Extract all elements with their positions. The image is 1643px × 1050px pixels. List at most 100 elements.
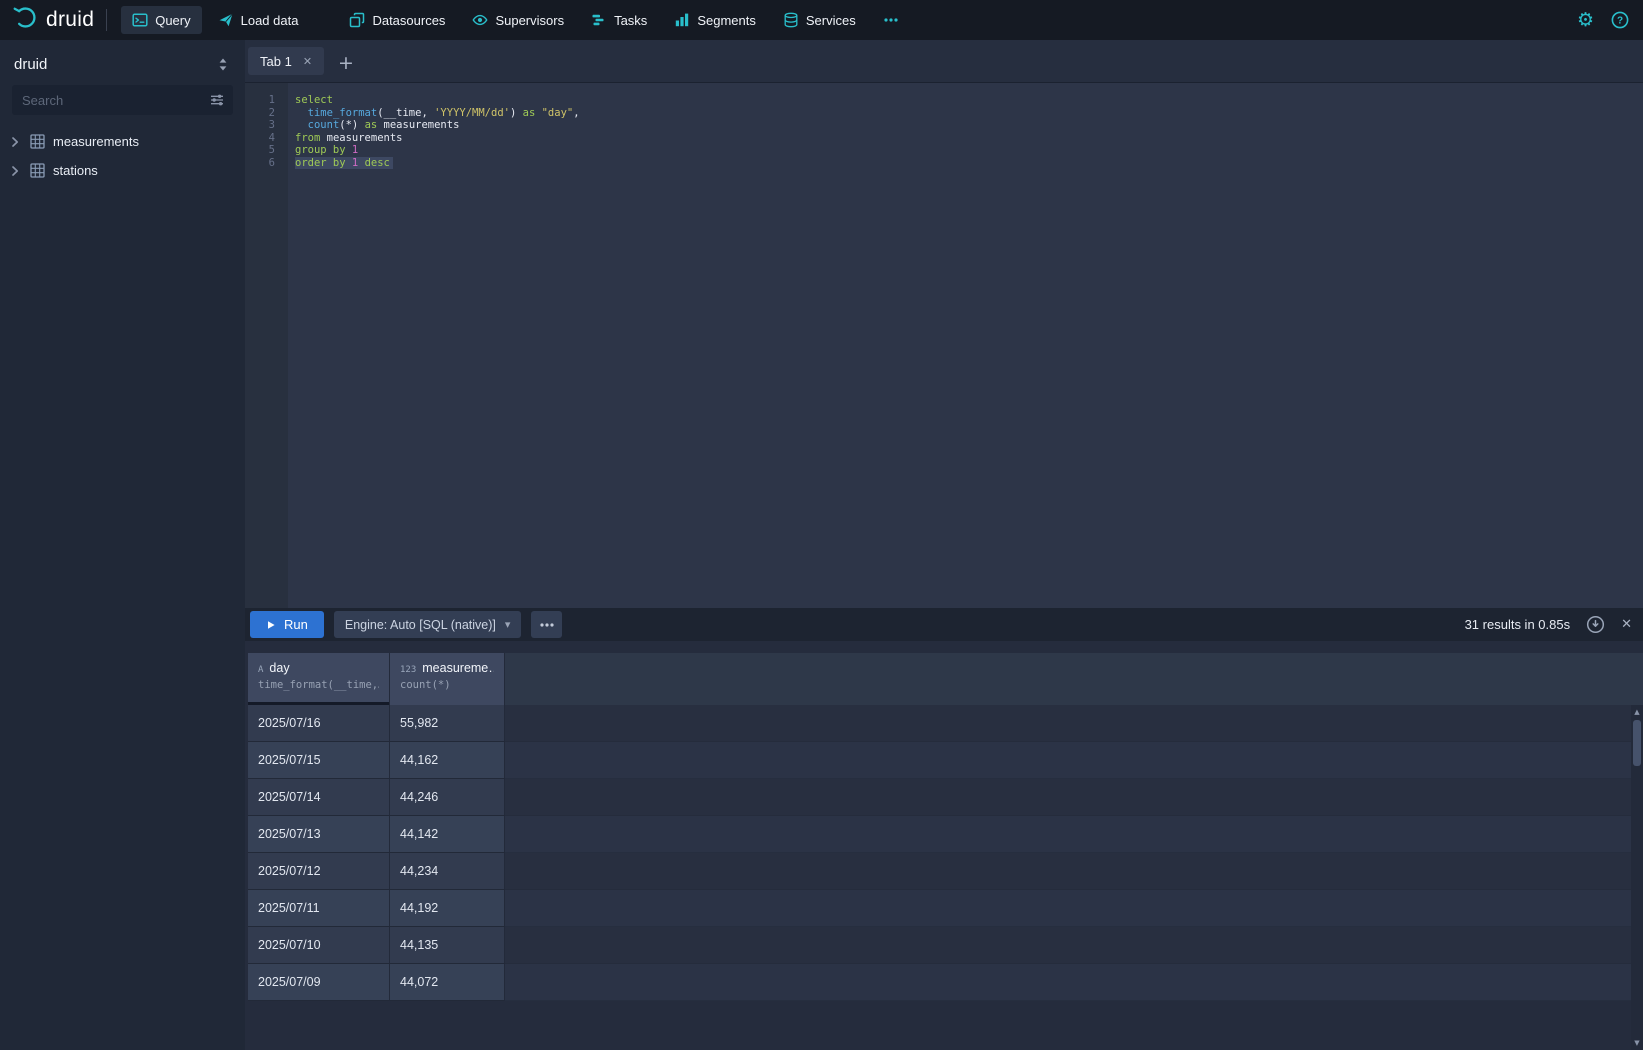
double-caret-vertical-icon[interactable]	[217, 57, 229, 72]
column-type-badge: A	[258, 665, 263, 675]
table-cell[interactable]: 2025/07/13	[248, 816, 390, 853]
editor-gutter: 123456	[245, 83, 288, 608]
nav-item-label: Segments	[697, 13, 756, 28]
table-cell[interactable]: 44,192	[390, 890, 505, 927]
code-line: time_format(__time, 'YYYY/MM/dd') as "da…	[295, 107, 1643, 120]
table-cell[interactable]: 2025/07/15	[248, 742, 390, 779]
search-box	[12, 85, 233, 115]
table-cell[interactable]: 44,246	[390, 779, 505, 816]
download-icon[interactable]	[1586, 615, 1605, 634]
row-filler	[505, 816, 1643, 853]
brand-name: druid	[46, 8, 94, 32]
divider	[106, 9, 107, 31]
engine-select-label: Engine: Auto [SQL (native)]	[345, 618, 496, 632]
table-cell[interactable]: 2025/07/12	[248, 853, 390, 890]
line-number: 4	[245, 132, 275, 145]
query-more-button[interactable]	[531, 611, 562, 638]
table-icon	[30, 134, 45, 149]
nav-item-label: Datasources	[372, 13, 445, 28]
table-cell[interactable]: 2025/07/14	[248, 779, 390, 816]
column-header-0[interactable]: Adaytime_format(__time,…	[248, 653, 390, 705]
table-row: 2025/07/0944,072	[248, 964, 1643, 1001]
engine-select[interactable]: Engine: Auto [SQL (native)] ▾	[334, 611, 522, 638]
add-tab-button[interactable]: +	[338, 54, 354, 73]
table-cell[interactable]: 44,162	[390, 742, 505, 779]
code-line-text: from measurements	[295, 132, 402, 145]
help-icon[interactable]: ?	[1611, 11, 1629, 29]
chevron-right-icon[interactable]	[10, 165, 22, 177]
close-results-icon[interactable]: ✕	[1621, 617, 1632, 632]
nav-item-more[interactable]	[872, 6, 910, 34]
sidebar-header: druid	[0, 40, 245, 85]
topbar-nav: QueryLoad data Datasources Supervisors Task…	[121, 0, 910, 40]
column-name: Aday	[258, 661, 379, 675]
table-cell[interactable]: 2025/07/16	[248, 705, 390, 742]
table-row: 2025/07/1244,234	[248, 853, 1643, 890]
sql-editor[interactable]: 123456 select time_format(__time, 'YYYY/…	[245, 83, 1643, 608]
column-header-1[interactable]: 123measureme…count(*)	[390, 653, 505, 705]
nav-item-label: Services	[806, 13, 856, 28]
search-input[interactable]	[12, 93, 209, 108]
results-scrollbar[interactable]: ▲ ▼	[1631, 705, 1643, 1050]
code-line: order by 1 desc	[295, 157, 1643, 170]
results-body: 2025/07/1655,9822025/07/1544,1622025/07/…	[248, 705, 1643, 1001]
code-line-text: time_format(__time, 'YYYY/MM/dd') as "da…	[295, 107, 580, 120]
code-line-text: group by 1	[295, 144, 358, 157]
nav-item-datasources[interactable]: Datasources	[338, 6, 456, 34]
table-row: 2025/07/1344,142	[248, 816, 1643, 853]
line-number: 6	[245, 157, 275, 170]
table-icon	[30, 163, 45, 178]
scroll-down-icon[interactable]: ▼	[1634, 1036, 1639, 1050]
run-toolbar: Run Engine: Auto [SQL (native)] ▾ 31 res…	[245, 608, 1643, 641]
nav-item-tasks[interactable]: Tasks	[580, 6, 658, 34]
topbar-right: ⚙ ?	[1577, 9, 1643, 31]
code-line: count(*) as measurements	[295, 119, 1643, 132]
editor-code: select time_format(__time, 'YYYY/MM/dd')…	[288, 83, 1643, 608]
row-filler	[505, 705, 1643, 742]
nav-item-segments[interactable]: Segments	[663, 6, 767, 34]
nav-item-supervisors[interactable]: Supervisors	[461, 6, 575, 34]
run-button[interactable]: Run	[250, 611, 324, 638]
scroll-up-icon[interactable]: ▲	[1634, 705, 1639, 719]
nav-item-query[interactable]: Query	[121, 6, 201, 34]
nav-item-label: Tasks	[614, 13, 647, 28]
line-number: 2	[245, 107, 275, 120]
row-filler	[505, 927, 1643, 964]
table-cell[interactable]: 44,135	[390, 927, 505, 964]
table-row: 2025/07/1544,162	[248, 742, 1643, 779]
tree-item-label: measurements	[53, 134, 139, 149]
table-cell[interactable]: 44,234	[390, 853, 505, 890]
more-icon	[883, 12, 899, 28]
filter-icon[interactable]	[209, 92, 225, 108]
tabs: Tab 1 ✕	[248, 47, 324, 82]
tree-item-stations[interactable]: stations	[0, 156, 245, 185]
services-icon	[783, 12, 799, 28]
scrollbar-thumb[interactable]	[1633, 720, 1641, 766]
table-cell[interactable]: 44,142	[390, 816, 505, 853]
brand[interactable]: druid	[0, 4, 102, 36]
row-filler	[505, 890, 1643, 927]
line-number: 5	[245, 144, 275, 157]
row-filler	[505, 779, 1643, 816]
table-cell[interactable]: 44,072	[390, 964, 505, 1001]
close-icon[interactable]: ✕	[303, 56, 312, 67]
results-status: 31 results in 0.85s	[1465, 617, 1571, 632]
code-line-text: count(*) as measurements	[295, 119, 459, 132]
tree-item-measurements[interactable]: measurements	[0, 127, 245, 156]
column-name: 123measureme…	[400, 661, 494, 675]
tab-tab-1[interactable]: Tab 1 ✕	[248, 47, 324, 75]
chevron-right-icon[interactable]	[10, 136, 22, 148]
datasources-icon	[349, 12, 365, 28]
query-icon	[132, 12, 148, 28]
tab-label: Tab 1	[260, 54, 292, 69]
table-cell[interactable]: 2025/07/09	[248, 964, 390, 1001]
nav-item-load-data[interactable]: Load data	[207, 6, 310, 34]
datasource-tree: measurements stations	[0, 127, 245, 185]
nav-item-services[interactable]: Services	[772, 6, 867, 34]
supervisors-icon	[472, 12, 488, 28]
table-cell[interactable]: 2025/07/10	[248, 927, 390, 964]
table-cell[interactable]: 55,982	[390, 705, 505, 742]
gear-icon[interactable]: ⚙	[1577, 9, 1594, 31]
run-button-label: Run	[284, 617, 308, 632]
table-cell[interactable]: 2025/07/11	[248, 890, 390, 927]
